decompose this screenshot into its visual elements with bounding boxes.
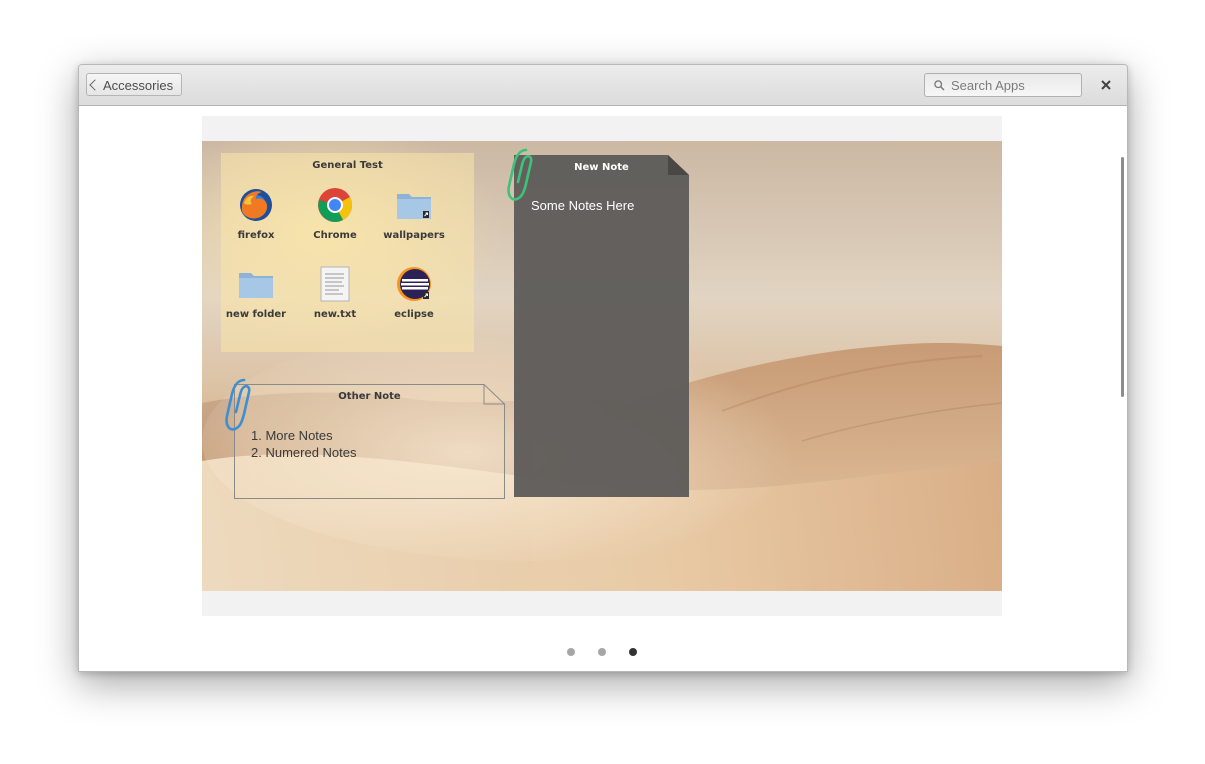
desktop-item-label: new.txt (313, 309, 357, 320)
pager-dot-3[interactable] (629, 648, 637, 656)
text-file-icon (320, 266, 350, 302)
note-widget-other[interactable]: Other Note 1. More Notes 2. Numered Note… (234, 384, 505, 499)
close-icon (1101, 80, 1111, 90)
desktop-item-wallpapers[interactable]: wallpapers (379, 187, 449, 257)
back-button-label: Accessories (103, 78, 174, 93)
desktop-item-label: firefox (237, 230, 275, 241)
note-body: 1. More Notes 2. Numered Notes (251, 427, 357, 461)
note-body: Some Notes Here (531, 198, 635, 213)
search-field[interactable] (924, 73, 1082, 97)
folder-widget-title: General Test (312, 160, 383, 171)
desktop-item-label: eclipse (394, 309, 434, 320)
note-line: 1. More Notes (251, 428, 333, 443)
eclipse-icon (397, 267, 431, 301)
back-button[interactable]: Accessories (86, 73, 183, 96)
app-window: Accessories Search Apps General Test fir… (78, 64, 1128, 672)
firefox-icon (240, 189, 272, 221)
paperclip-green-icon (507, 148, 533, 201)
folder-icon (239, 273, 273, 298)
desktop-item-eclipse[interactable]: eclipse (379, 266, 449, 336)
desktop-item-label: new folder (225, 309, 287, 320)
close-button[interactable] (1097, 76, 1115, 94)
desktop-item-firefox[interactable]: firefox (221, 187, 291, 257)
pager-dot-1[interactable] (567, 648, 575, 656)
desktop-item-chrome[interactable]: Chrome (300, 187, 370, 257)
headerbar: Accessories (79, 65, 1127, 106)
note-line: 2. Numered Notes (251, 445, 357, 460)
desktop-item-new-folder[interactable]: new folder (221, 266, 291, 336)
vertical-scrollbar[interactable] (1121, 157, 1124, 397)
note-title: New Note (574, 162, 629, 173)
paperclip-blue-icon (225, 378, 251, 431)
search-input[interactable] (951, 76, 1075, 94)
app-screenshot: General Test firefox Chrome wallpapers n… (202, 116, 1002, 616)
desktop-item-label: wallpapers (383, 230, 445, 241)
folder-link-icon (397, 194, 431, 219)
desktop-item-new-txt[interactable]: new.txt (300, 266, 370, 336)
chevron-left-icon (89, 79, 101, 91)
chrome-icon (318, 188, 352, 222)
note-widget-new[interactable]: New Note Some Notes Here (514, 155, 689, 497)
pager-dot-2[interactable] (598, 648, 606, 656)
search-icon (934, 80, 945, 91)
note-title: Other Note (338, 391, 401, 402)
folder-widget[interactable]: General Test firefox Chrome wallpapers n… (221, 153, 474, 352)
desktop-item-label: Chrome (313, 230, 357, 241)
app-details-content: General Test firefox Chrome wallpapers n… (79, 106, 1127, 671)
desktop-wallpaper-image: General Test firefox Chrome wallpapers n… (202, 141, 1002, 591)
